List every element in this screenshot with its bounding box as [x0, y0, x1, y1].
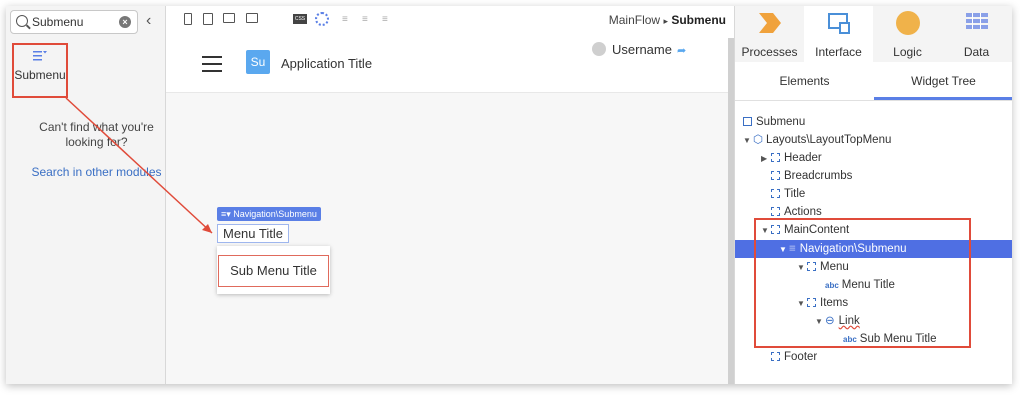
tree-item-layout[interactable]: ▼ ⬡ Layouts\LayoutTopMenu [743, 131, 891, 149]
menu-title-widget[interactable]: Menu Title [217, 224, 289, 243]
block-icon: ⬡ [753, 134, 764, 146]
processes-icon [759, 13, 781, 33]
tree-item-title[interactable]: Title [771, 185, 805, 203]
ide-window: × ‹ Submenu Can't find what you're looki… [6, 6, 1012, 384]
breadcrumb-parent[interactable]: MainFlow [609, 13, 660, 27]
widget-tag: ≡▾ Navigation\Submenu [217, 207, 321, 221]
collapse-panel-icon[interactable]: ‹ [146, 12, 151, 30]
hamburger-menu-icon[interactable] [202, 56, 222, 77]
app-header: Su Application Title Username ➦ [166, 34, 734, 93]
interface-icon [828, 13, 850, 34]
search-result-item[interactable]: Submenu [12, 43, 68, 98]
tab-widget-tree[interactable]: Widget Tree [874, 74, 1012, 88]
align-right-icon[interactable]: ≡ [382, 14, 388, 25]
username: Username [612, 42, 672, 57]
search-other-modules-link[interactable]: Search in other modules [6, 165, 165, 180]
logout-icon[interactable]: ➦ [677, 45, 686, 57]
app-title: Application Title [281, 56, 373, 71]
align-center-icon[interactable]: ≡ [362, 14, 368, 25]
submenu-dropdown: Sub Menu Title [217, 246, 330, 294]
tree-item-screen[interactable]: Submenu [743, 113, 805, 131]
search-input[interactable] [32, 14, 112, 30]
left-panel: × ‹ Submenu Can't find what you're looki… [6, 6, 166, 384]
data-icon [966, 13, 988, 29]
phone-preview-icon[interactable] [184, 13, 192, 25]
highlight-box [754, 218, 971, 348]
canvas-toolbar: CSS ≡ ≡ ≡ MainFlow ▸ Submenu [166, 6, 734, 34]
avatar [592, 42, 606, 56]
tab-logic[interactable]: Logic [873, 6, 942, 62]
placeholder-icon [771, 189, 780, 198]
widget-tree: Submenu ▼ ⬡ Layouts\LayoutTopMenu ▶ Header … [735, 101, 1012, 384]
breadcrumb-current: Submenu [671, 13, 726, 27]
sub-menu-title-widget[interactable]: Sub Menu Title [218, 255, 329, 287]
align-left-icon[interactable]: ≡ [342, 14, 348, 25]
collapsed-icon[interactable]: ▶ [761, 150, 771, 168]
layout-preview-icon[interactable] [246, 13, 258, 23]
css-icon[interactable]: CSS [293, 14, 307, 24]
tree-item-header[interactable]: ▶ Header [761, 149, 822, 167]
tree-item-breadcrumbs[interactable]: Breadcrumbs [771, 167, 852, 185]
right-panel: Processes Interface Logic Data Elements … [734, 6, 1012, 384]
main-tabs: Processes Interface Logic Data [735, 6, 1012, 62]
tab-data[interactable]: Data [942, 6, 1011, 62]
clear-search-icon[interactable]: × [119, 16, 131, 28]
logic-icon [896, 11, 920, 35]
tree-item-footer[interactable]: Footer [771, 348, 817, 366]
theme-icon[interactable] [315, 12, 329, 26]
expand-icon[interactable]: ▼ [743, 132, 753, 150]
user-info: Username ➦ [592, 42, 686, 57]
screen-icon [743, 117, 752, 126]
tab-interface[interactable]: Interface [804, 6, 873, 62]
submenu-icon [14, 50, 66, 66]
desktop-preview-icon[interactable] [223, 13, 235, 23]
tablet-preview-icon[interactable] [203, 13, 213, 25]
breadcrumb-separator: ▸ [663, 16, 668, 26]
placeholder-icon [771, 171, 780, 180]
search-box[interactable]: × [10, 10, 138, 34]
breadcrumb: MainFlow ▸ Submenu [609, 13, 726, 27]
tab-elements[interactable]: Elements [735, 74, 874, 88]
sub-tabs: Elements Widget Tree [735, 62, 1012, 101]
canvas-area: CSS ≡ ≡ ≡ MainFlow ▸ Submenu Su Applicat… [166, 6, 734, 384]
not-found-text: Can't find what you're looking for? [39, 120, 154, 149]
placeholder-icon [771, 352, 780, 361]
tab-processes[interactable]: Processes [735, 6, 804, 62]
app-logo: Su [246, 50, 270, 74]
search-icon [16, 15, 28, 27]
placeholder-icon [771, 207, 780, 216]
search-result-label: Submenu [14, 68, 66, 82]
active-tab-underline [874, 97, 1012, 100]
placeholder-icon [771, 153, 780, 162]
